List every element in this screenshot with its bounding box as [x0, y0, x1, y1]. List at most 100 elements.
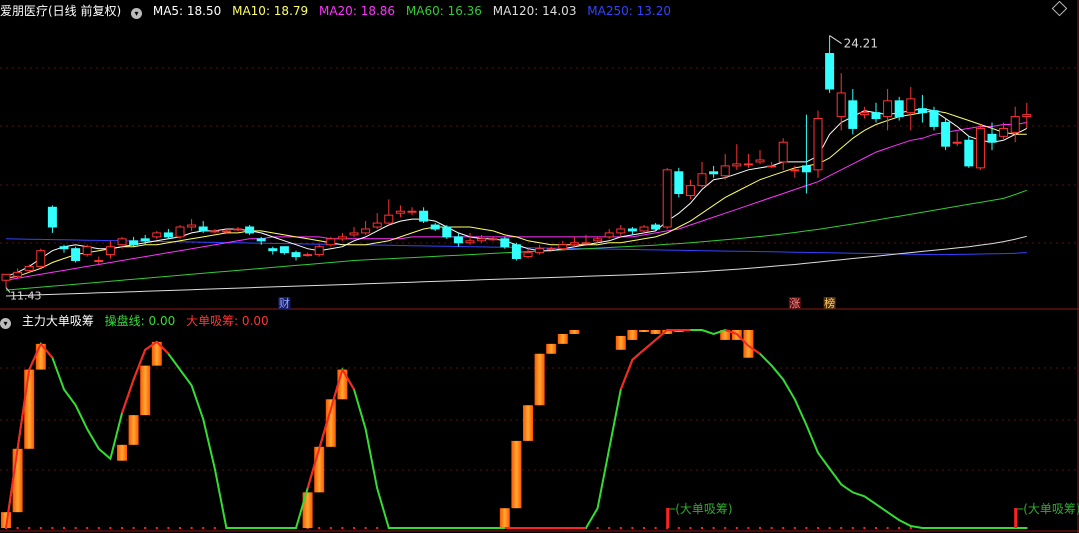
baseline-dot: [51, 527, 54, 529]
candle-body: [13, 271, 23, 277]
absorption-bar: [314, 446, 325, 493]
absorption-bar: [140, 365, 151, 416]
baseline-dot: [747, 527, 750, 529]
baseline-dot: [39, 527, 42, 529]
baseline-dot: [817, 527, 819, 529]
baseline-dot: [97, 527, 100, 529]
candle-body: [535, 248, 545, 254]
baseline-dot: [886, 527, 889, 529]
candle-body: [743, 163, 753, 166]
candle-body: [1010, 116, 1020, 133]
candle-body: [453, 236, 463, 244]
candle-body: [465, 240, 475, 244]
candle-body: [581, 242, 591, 245]
candle-body: [767, 165, 777, 168]
baseline-dot: [782, 527, 785, 529]
absorption-bar: [650, 330, 661, 334]
event-marker: 涨: [789, 297, 800, 310]
absorption-bar: [569, 330, 580, 334]
candle-body: [500, 238, 510, 248]
candle-body: [303, 254, 313, 257]
baseline-dot: [329, 527, 332, 529]
candle-body: [825, 53, 835, 90]
candle-body: [975, 127, 985, 169]
absorption-bar: [557, 333, 568, 344]
absorption-bar: [523, 405, 533, 441]
candle-body: [152, 232, 162, 238]
candle-body: [848, 100, 858, 129]
absorption-bar: [627, 330, 638, 340]
baseline-dot: [144, 527, 147, 529]
baseline-dot: [364, 527, 367, 529]
candle-body: [871, 112, 881, 120]
baseline-dot: [202, 527, 205, 529]
baseline-dot: [121, 527, 123, 529]
candle-body: [778, 141, 788, 163]
candle-body: [790, 169, 800, 172]
candle-body: [697, 173, 707, 187]
baseline-dot: [179, 527, 181, 529]
candle-body: [999, 127, 1009, 137]
candle-body: [117, 238, 127, 246]
candle-body: [1, 273, 11, 281]
candle-body: [129, 240, 139, 246]
candle-body: [94, 260, 104, 263]
baseline-dot: [619, 527, 622, 529]
baseline-dot: [654, 527, 657, 529]
candle-body: [71, 248, 81, 262]
absorption-line-segment: [121, 379, 135, 414]
baseline-dot: [596, 527, 599, 529]
candle-body: [175, 226, 185, 238]
absorption-bar: [24, 369, 35, 449]
stock-chart-stage: 爱朋医疗(日线 前复权) ▾ MA5: 18.50 MA10: 18.79 MA…: [0, 0, 1079, 533]
candle-body: [163, 232, 173, 238]
annotation-label: (大单吸筹): [675, 502, 732, 516]
absorption-bar: [511, 440, 522, 509]
candle-body: [47, 206, 57, 228]
candle-body: [210, 230, 220, 233]
candle-body: [233, 228, 243, 231]
candle-body: [558, 244, 568, 250]
candle-body: [372, 222, 382, 228]
baseline-dot: [376, 527, 379, 529]
absorption-bar: [117, 444, 127, 461]
candle-body: [604, 232, 614, 238]
candle-body: [883, 100, 893, 118]
candle-body: [268, 248, 278, 252]
baseline-dot: [86, 527, 89, 529]
candle-body: [511, 244, 521, 260]
candle-body: [477, 238, 487, 242]
absorption-bar: [615, 335, 626, 350]
candle-body: [662, 169, 672, 228]
baseline-dot: [341, 527, 344, 529]
annotation-spike: [1014, 508, 1018, 528]
candle-body: [546, 248, 556, 251]
absorption-bar: [546, 343, 557, 354]
baseline-dot: [16, 527, 19, 529]
baseline-dot: [28, 527, 31, 529]
candle-body: [395, 210, 405, 214]
candle-body: [82, 246, 92, 256]
baseline-dot: [74, 527, 77, 529]
baseline-dot: [759, 527, 761, 529]
baseline-dot: [318, 527, 321, 529]
candle-body: [59, 246, 69, 250]
baseline-dot: [132, 527, 135, 529]
candle-body: [36, 250, 46, 267]
candle-body: [813, 118, 823, 171]
baseline-dot: [909, 527, 912, 529]
baseline-dot: [155, 527, 158, 529]
candle-body: [709, 171, 719, 175]
candle-body: [593, 238, 603, 242]
baseline-dot: [677, 527, 680, 529]
baseline-dot: [770, 527, 773, 529]
candle-body: [442, 226, 452, 238]
absorption-bar: [639, 330, 649, 332]
chart-svg: 24.21 11.43 财 涨 榜 (大单吸筹) (大单吸筹): [0, 0, 1079, 533]
absorption-bar: [128, 415, 139, 445]
candle-body: [326, 238, 336, 246]
baseline-dot: [840, 527, 843, 529]
high-price-label: 24.21: [844, 37, 878, 51]
candle-body: [755, 159, 765, 163]
baseline-dot: [898, 527, 901, 529]
